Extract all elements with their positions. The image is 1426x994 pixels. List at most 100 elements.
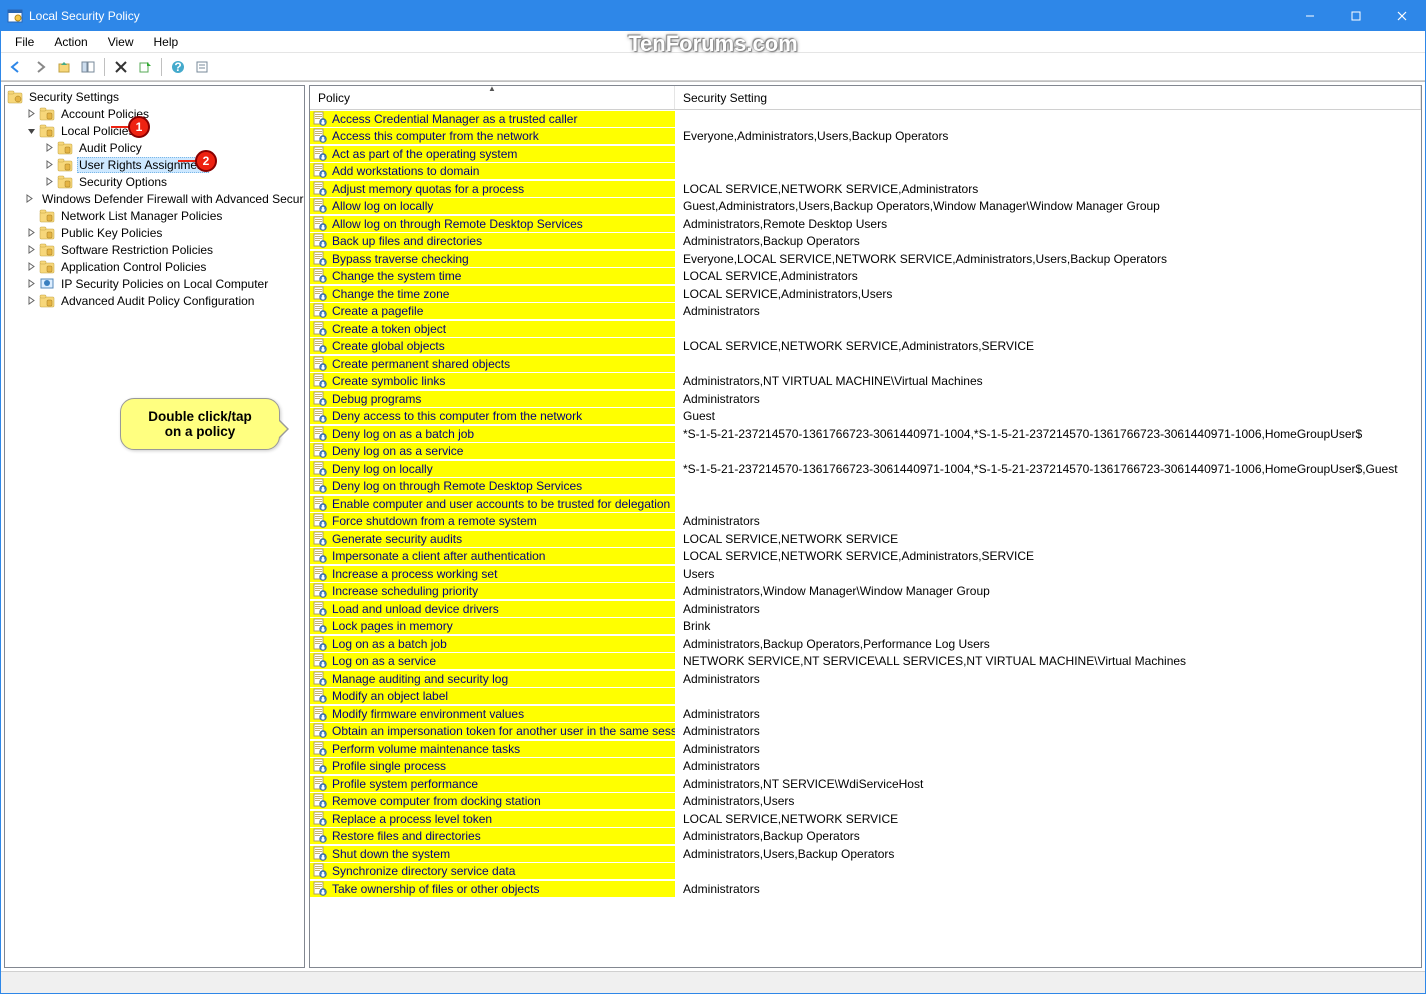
menu-action[interactable]: Action bbox=[46, 33, 95, 51]
list-pane[interactable]: ▲ Policy Security Setting Access Credent… bbox=[309, 85, 1422, 968]
policy-row[interactable]: Remove computer from docking stationAdmi… bbox=[310, 793, 1421, 811]
tree-root[interactable]: Security Settings bbox=[5, 88, 304, 105]
policy-row[interactable]: Modify an object label bbox=[310, 688, 1421, 706]
export-button[interactable] bbox=[134, 56, 156, 78]
policy-row[interactable]: Synchronize directory service data bbox=[310, 863, 1421, 881]
back-button[interactable] bbox=[5, 56, 27, 78]
expander-closed-icon[interactable] bbox=[25, 227, 37, 239]
policy-row[interactable]: Allow log on locallyGuest,Administrators… bbox=[310, 198, 1421, 216]
tree-item[interactable]: Local Policies bbox=[5, 122, 304, 139]
menu-view[interactable]: View bbox=[100, 33, 142, 51]
menu-help[interactable]: Help bbox=[146, 33, 187, 51]
tree-item[interactable]: Software Restriction Policies bbox=[5, 241, 304, 258]
policy-row[interactable]: Manage auditing and security logAdminist… bbox=[310, 670, 1421, 688]
policy-name-text: Allow log on through Remote Desktop Serv… bbox=[332, 217, 583, 231]
policy-row[interactable]: Log on as a serviceNETWORK SERVICE,NT SE… bbox=[310, 653, 1421, 671]
policy-icon bbox=[312, 618, 328, 634]
show-hide-tree-button[interactable] bbox=[77, 56, 99, 78]
policy-row[interactable]: Create a token object bbox=[310, 320, 1421, 338]
policy-row[interactable]: Load and unload device driversAdministra… bbox=[310, 600, 1421, 618]
expander-closed-icon[interactable] bbox=[25, 278, 37, 290]
policy-row[interactable]: Increase a process working setUsers bbox=[310, 565, 1421, 583]
help-button[interactable]: ? bbox=[167, 56, 189, 78]
expander-closed-icon[interactable] bbox=[25, 193, 34, 205]
tree-item[interactable]: Network List Manager Policies bbox=[5, 207, 304, 224]
policy-row[interactable]: Deny log on as a service bbox=[310, 443, 1421, 461]
column-header-policy[interactable]: ▲ Policy bbox=[310, 86, 675, 109]
menu-file[interactable]: File bbox=[7, 33, 42, 51]
policy-row[interactable]: Back up files and directoriesAdministrat… bbox=[310, 233, 1421, 251]
properties-button[interactable] bbox=[191, 56, 213, 78]
close-button[interactable] bbox=[1379, 1, 1425, 31]
policy-name-cell: Adjust memory quotas for a process bbox=[310, 181, 675, 197]
column-header-setting[interactable]: Security Setting bbox=[675, 86, 1421, 109]
policy-row[interactable]: Obtain an impersonation token for anothe… bbox=[310, 723, 1421, 741]
tree-item[interactable]: Advanced Audit Policy Configuration bbox=[5, 292, 304, 309]
policy-row[interactable]: Replace a process level tokenLOCAL SERVI… bbox=[310, 810, 1421, 828]
policy-row[interactable]: Force shutdown from a remote systemAdmin… bbox=[310, 513, 1421, 531]
delete-button[interactable] bbox=[110, 56, 132, 78]
policy-row[interactable]: Enable computer and user accounts to be … bbox=[310, 495, 1421, 513]
expander-closed-icon[interactable] bbox=[43, 176, 55, 188]
titlebar[interactable]: Local Security Policy bbox=[1, 1, 1425, 31]
policy-row[interactable]: Access this computer from the networkEve… bbox=[310, 128, 1421, 146]
minimize-button[interactable] bbox=[1287, 1, 1333, 31]
policy-row[interactable]: Take ownership of files or other objects… bbox=[310, 880, 1421, 898]
list-body[interactable]: Access Credential Manager as a trusted c… bbox=[310, 110, 1421, 967]
expander-open-icon[interactable] bbox=[25, 125, 37, 137]
expander-closed-icon[interactable] bbox=[43, 159, 55, 171]
policy-row[interactable]: Act as part of the operating system bbox=[310, 145, 1421, 163]
policy-row[interactable]: Perform volume maintenance tasksAdminist… bbox=[310, 740, 1421, 758]
policy-row[interactable]: Lock pages in memoryBrink bbox=[310, 618, 1421, 636]
policy-row[interactable]: Change the system timeLOCAL SERVICE,Admi… bbox=[310, 268, 1421, 286]
tree-item[interactable]: Public Key Policies bbox=[5, 224, 304, 241]
tree-item[interactable]: Windows Defender Firewall with Advanced … bbox=[5, 190, 304, 207]
policy-row[interactable]: Log on as a batch jobAdministrators,Back… bbox=[310, 635, 1421, 653]
expander-closed-icon[interactable] bbox=[25, 295, 37, 307]
policy-icon bbox=[312, 198, 328, 214]
policy-row[interactable]: Access Credential Manager as a trusted c… bbox=[310, 110, 1421, 128]
policy-setting-cell: LOCAL SERVICE,Administrators,Users bbox=[675, 287, 1421, 301]
tree-item[interactable]: Security Options bbox=[5, 173, 304, 190]
tree-item[interactable]: User Rights Assignment bbox=[5, 156, 304, 173]
policy-row[interactable]: Modify firmware environment valuesAdmini… bbox=[310, 705, 1421, 723]
policy-row[interactable]: Deny log on through Remote Desktop Servi… bbox=[310, 478, 1421, 496]
policy-row[interactable]: Restore files and directoriesAdministrat… bbox=[310, 828, 1421, 846]
policy-row[interactable]: Deny log on as a batch job*S-1-5-21-2372… bbox=[310, 425, 1421, 443]
up-button[interactable] bbox=[53, 56, 75, 78]
policy-name-text: Access Credential Manager as a trusted c… bbox=[332, 112, 577, 126]
policy-row[interactable]: Change the time zoneLOCAL SERVICE,Admini… bbox=[310, 285, 1421, 303]
policy-row[interactable]: Create global objectsLOCAL SERVICE,NETWO… bbox=[310, 338, 1421, 356]
tree-item[interactable]: Application Control Policies bbox=[5, 258, 304, 275]
policy-row[interactable]: Create a pagefileAdministrators bbox=[310, 303, 1421, 321]
policy-name-cell: Perform volume maintenance tasks bbox=[310, 741, 675, 757]
expander-closed-icon[interactable] bbox=[25, 244, 37, 256]
policy-row[interactable]: Add workstations to domain bbox=[310, 163, 1421, 181]
policy-row[interactable]: Deny log on locally*S-1-5-21-237214570-1… bbox=[310, 460, 1421, 478]
expander-closed-icon[interactable] bbox=[43, 142, 55, 154]
policy-row[interactable]: Profile single processAdministrators bbox=[310, 758, 1421, 776]
forward-button[interactable] bbox=[29, 56, 51, 78]
expander-closed-icon[interactable] bbox=[25, 108, 37, 120]
policy-icon bbox=[312, 233, 328, 249]
tree-item[interactable]: Account Policies bbox=[5, 105, 304, 122]
policy-row[interactable]: Allow log on through Remote Desktop Serv… bbox=[310, 215, 1421, 233]
tree-item[interactable]: IP Security Policies on Local Computer bbox=[5, 275, 304, 292]
policy-row[interactable]: Adjust memory quotas for a processLOCAL … bbox=[310, 180, 1421, 198]
tree-pane[interactable]: Security Settings Account PoliciesLocal … bbox=[4, 85, 305, 968]
policy-row[interactable]: Deny access to this computer from the ne… bbox=[310, 408, 1421, 426]
policy-name-text: Remove computer from docking station bbox=[332, 794, 541, 808]
policy-row[interactable]: Bypass traverse checkingEveryone,LOCAL S… bbox=[310, 250, 1421, 268]
tree-item[interactable]: Audit Policy bbox=[5, 139, 304, 156]
policy-row[interactable]: Profile system performanceAdministrators… bbox=[310, 775, 1421, 793]
policy-row[interactable]: Debug programsAdministrators bbox=[310, 390, 1421, 408]
policy-row[interactable]: Impersonate a client after authenticatio… bbox=[310, 548, 1421, 566]
expander-closed-icon[interactable] bbox=[25, 261, 37, 273]
policy-row[interactable]: Shut down the systemAdministrators,Users… bbox=[310, 845, 1421, 863]
policy-row[interactable]: Create permanent shared objects bbox=[310, 355, 1421, 373]
policy-row[interactable]: Generate security auditsLOCAL SERVICE,NE… bbox=[310, 530, 1421, 548]
policy-row[interactable]: Create symbolic linksAdministrators,NT V… bbox=[310, 373, 1421, 391]
maximize-button[interactable] bbox=[1333, 1, 1379, 31]
policy-row[interactable]: Increase scheduling priorityAdministrato… bbox=[310, 583, 1421, 601]
policy-name-cell: Load and unload device drivers bbox=[310, 601, 675, 617]
